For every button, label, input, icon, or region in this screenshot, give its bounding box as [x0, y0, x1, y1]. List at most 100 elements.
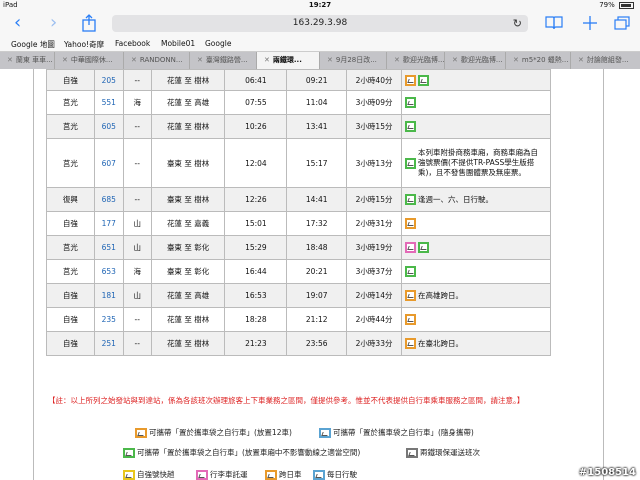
duration: 3小時15分 [346, 114, 402, 139]
remarks [400, 307, 552, 332]
service-icons [404, 338, 418, 349]
bookmark-facebook[interactable]: Facebook [115, 39, 150, 48]
duration: 3小時13分 [346, 138, 402, 188]
tab-7[interactable]: ✕ 歡迎光臨博... [386, 52, 444, 69]
route: 花蓮 至 樹林 [150, 69, 226, 91]
bookmark-yahoo[interactable]: Yahoo!奇摩 [64, 39, 104, 50]
address-bar[interactable]: 163.29.3.98 ↻ [112, 15, 528, 32]
bookmarks-icon[interactable] [545, 16, 563, 30]
tab-1[interactable]: ✕ 蘭東 車車... [0, 52, 54, 69]
close-icon[interactable]: ✕ [452, 56, 458, 64]
legend-item: 行李車託運 [196, 469, 248, 480]
table-row: 自強 205 -- 花蓮 至 樹林 06:41 09:21 2小時40分 [46, 69, 552, 91]
train-number[interactable]: 607 [93, 138, 124, 188]
train-number[interactable]: 685 [93, 187, 124, 212]
table-row: 莒光 607 -- 臺東 至 樹林 12:04 15:17 3小時13分 本列車附掛商務車廂，… [46, 138, 552, 188]
url-text: 163.29.3.98 [292, 18, 348, 28]
legend-item: 跨日車 [265, 469, 302, 480]
bike-orange-icon [135, 428, 147, 438]
bike-orange-icon [404, 218, 416, 229]
share-icon[interactable] [82, 14, 96, 32]
bike-green-icon [417, 74, 429, 86]
train-number[interactable]: 235 [93, 307, 124, 332]
train-number[interactable]: 653 [93, 259, 124, 284]
close-icon[interactable]: ✕ [62, 56, 68, 64]
table-row: 復興 685 -- 臺東 至 樹林 12:26 14:41 2小時15分 逢週一、六、日行駛。 [46, 187, 552, 212]
arrival-time: 13:41 [286, 114, 348, 139]
duration: 3小時09分 [346, 90, 402, 115]
status-bar: iPad 19:27 79% [0, 0, 640, 11]
close-icon[interactable]: ✕ [578, 56, 584, 64]
duration: 3小時37分 [346, 259, 402, 284]
close-icon[interactable]: ✕ [394, 56, 400, 64]
duration: 2小時44分 [346, 307, 402, 332]
train-number[interactable]: 605 [93, 114, 124, 139]
tab-10[interactable]: ✕ 討論館組發... [570, 52, 640, 69]
departure-time: 16:44 [224, 259, 288, 284]
service-icons [404, 121, 418, 132]
tab-label: 蘭東 車車... [15, 56, 53, 64]
close-icon[interactable]: ✕ [327, 56, 333, 64]
route: 臺東 至 彰化 [150, 259, 226, 284]
train-number[interactable]: 205 [93, 69, 124, 91]
close-icon[interactable]: ✕ [197, 56, 203, 64]
bookmark-google-maps[interactable]: Google 地圖 [11, 39, 55, 50]
forward-icon[interactable]: › [50, 13, 57, 33]
train-number[interactable]: 181 [93, 283, 124, 308]
departure-time: 15:29 [224, 235, 288, 260]
train-type: 莒光 [46, 138, 95, 188]
service-icons [404, 157, 418, 169]
departure-time: 15:01 [224, 211, 288, 236]
remark-note: 逢週一、六、日行駛。 [417, 194, 493, 204]
tab-4[interactable]: ✕ 臺灣鐵路營... [189, 52, 256, 69]
express-icon [123, 470, 135, 480]
close-icon[interactable]: ✕ [513, 56, 519, 64]
bike-green-icon [417, 242, 429, 253]
departure-time: 10:26 [224, 114, 288, 139]
duration: 2小時40分 [346, 69, 402, 91]
duration: 3小時19分 [346, 235, 402, 260]
train-number[interactable]: 651 [93, 235, 124, 260]
train-type: 自強 [46, 211, 95, 236]
train-type: 自強 [46, 331, 95, 356]
train-number[interactable]: 251 [93, 331, 124, 356]
bike-green-icon [404, 121, 416, 132]
close-icon[interactable]: ✕ [264, 56, 270, 64]
clock: 19:27 [308, 1, 332, 9]
back-icon[interactable]: ‹ [14, 13, 21, 33]
train-number[interactable]: 177 [93, 211, 124, 236]
table-row: 莒光 653 海臺東 至 彰化 16:44 20:21 3小時37分 [46, 259, 552, 284]
train-type: 莒光 [46, 90, 95, 115]
tab-label: 9月28日改... [335, 56, 377, 64]
legend-item: 每日行駛 [313, 469, 357, 480]
bike-orange-icon [404, 338, 416, 349]
route: 臺東 至 樹林 [150, 187, 226, 212]
close-icon[interactable]: ✕ [7, 56, 13, 64]
route: 花蓮 至 高雄 [150, 283, 226, 308]
arrival-time: 21:12 [286, 307, 348, 332]
tab-3[interactable]: ✕ RANDONN... [123, 52, 189, 69]
line-type: -- [122, 307, 152, 332]
tab-9[interactable]: ✕ m5*20 蠟熱... [505, 52, 570, 69]
route: 花蓮 至 樹林 [150, 307, 226, 332]
tabs-icon[interactable] [614, 16, 630, 30]
service-icons [404, 314, 418, 325]
close-icon[interactable]: ✕ [131, 56, 137, 64]
tab-6[interactable]: ✕ 9月28日改... [319, 52, 386, 69]
plus-icon[interactable] [583, 16, 597, 30]
bookmark-mobile01[interactable]: Mobile01 [161, 39, 195, 48]
train-type: 莒光 [46, 235, 95, 260]
tab-2[interactable]: ✕ 中華國際休... [54, 52, 123, 69]
duration: 2小時15分 [346, 187, 402, 212]
service-icons [404, 218, 418, 229]
tab-5-active[interactable]: ✕ 兩鐵環... [256, 52, 319, 69]
train-number[interactable]: 551 [93, 90, 124, 115]
remarks: 在臺北跨日。 [400, 331, 552, 356]
departure-time: 07:55 [224, 90, 288, 115]
table-row: 自強 177 山花蓮 至 嘉義 15:01 17:32 2小時31分 [46, 211, 552, 236]
route: 臺東 至 樹林 [150, 138, 226, 188]
tab-8[interactable]: ✕ 歡迎光臨博... [444, 52, 505, 69]
reload-icon[interactable]: ↻ [513, 15, 522, 32]
departure-time: 18:28 [224, 307, 288, 332]
bookmark-google[interactable]: Google [205, 39, 231, 48]
